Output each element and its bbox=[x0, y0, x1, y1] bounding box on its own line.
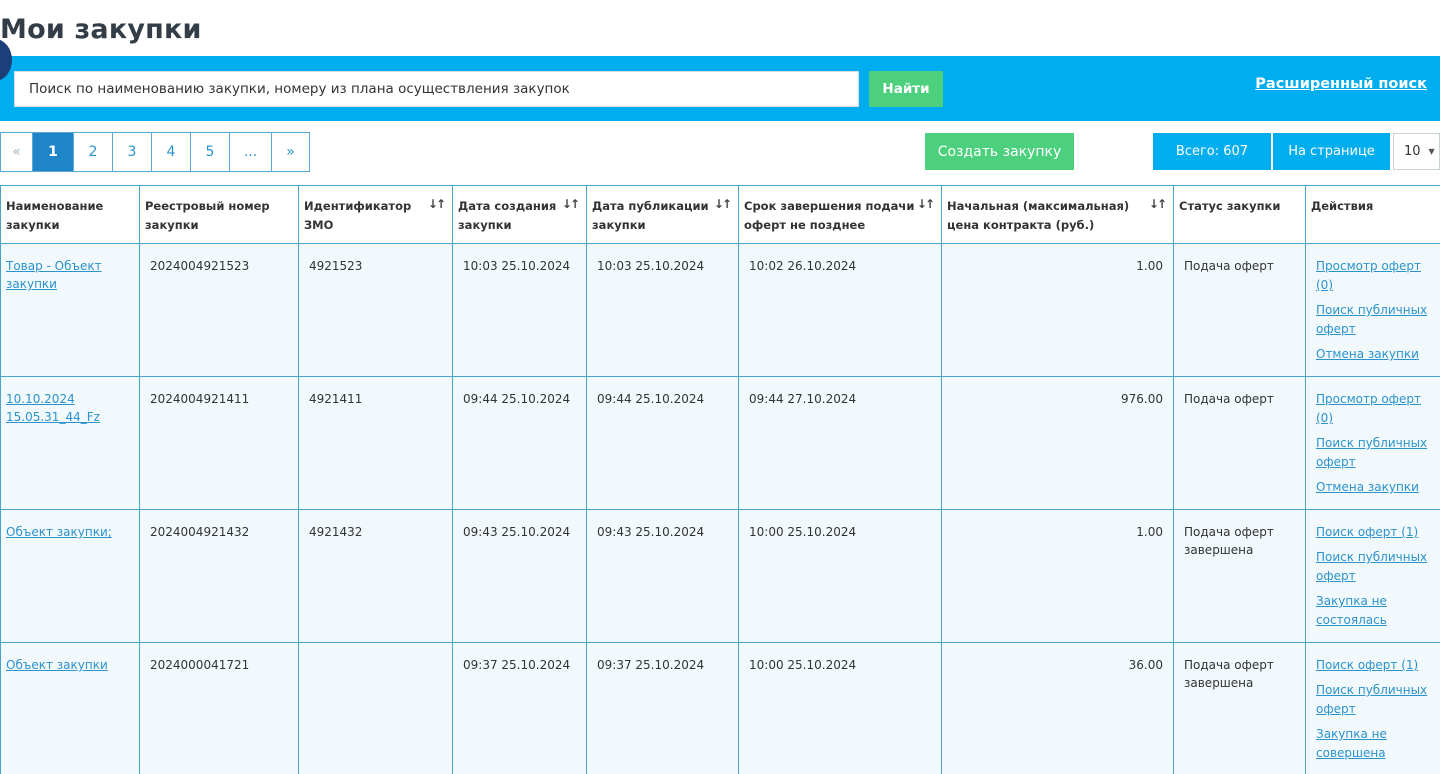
cell-name: Объект закупки bbox=[0, 642, 140, 774]
search-bar: Найти Расширенный поиск bbox=[0, 56, 1440, 121]
cell-price: 976.00 bbox=[941, 376, 1174, 510]
cell-price: 1.00 bbox=[941, 243, 1174, 377]
chevron-down-icon: ▼ bbox=[1428, 147, 1435, 156]
cell-zmo-id: 4921411 bbox=[298, 376, 453, 510]
cell-name: Товар - Объект закупки bbox=[0, 243, 140, 377]
column-header-name: Наименование закупки bbox=[0, 185, 140, 244]
pagination-page-2[interactable]: 2 bbox=[74, 133, 113, 171]
cell-status: Подача оферт завершена bbox=[1173, 509, 1306, 643]
view-offers-link[interactable]: Просмотр оферт (0) bbox=[1316, 257, 1435, 295]
cell-price: 1.00 bbox=[941, 509, 1174, 643]
sort-icon[interactable]: ↓↑ bbox=[428, 195, 446, 214]
pagination-page-3[interactable]: 3 bbox=[113, 133, 152, 171]
column-header-deadline[interactable]: Срок завершения подачи оферт не позднее … bbox=[738, 185, 942, 244]
cell-reg-number: 2024004921411 bbox=[139, 376, 299, 510]
column-header-label: Начальная (максимальная) цена контракта … bbox=[947, 199, 1130, 232]
search-offers-link[interactable]: Поиск оферт (1) bbox=[1316, 656, 1435, 675]
column-header-reg-number: Реестровый номер закупки bbox=[139, 185, 299, 244]
purchase-name-link[interactable]: 10.10.2024 15.05.31_44_Fz bbox=[6, 392, 100, 424]
cell-published: 09:37 25.10.2024 bbox=[586, 642, 739, 774]
cell-published: 09:43 25.10.2024 bbox=[586, 509, 739, 643]
cell-name: 10.10.2024 15.05.31_44_Fz bbox=[0, 376, 140, 510]
cancel-purchase-link[interactable]: Отмена закупки bbox=[1316, 345, 1435, 364]
column-header-created[interactable]: Дата создания закупки ↓↑ bbox=[452, 185, 587, 244]
column-header-label: Идентификатор ЗМО bbox=[304, 199, 412, 232]
purchase-name-link[interactable]: Товар - Объект закупки bbox=[6, 259, 102, 291]
page-title: Мои закупки bbox=[0, 14, 202, 45]
column-header-status: Статус закупки bbox=[1173, 185, 1306, 244]
column-header-zmo-id[interactable]: Идентификатор ЗМО ↓↑ bbox=[298, 185, 453, 244]
cell-deadline: 10:00 25.10.2024 bbox=[738, 642, 942, 774]
cell-reg-number: 2024000041721 bbox=[139, 642, 299, 774]
pagination-page-4[interactable]: 4 bbox=[152, 133, 191, 171]
cell-deadline: 10:00 25.10.2024 bbox=[738, 509, 942, 643]
column-header-actions: Действия bbox=[1305, 185, 1440, 244]
pagination-prev[interactable]: « bbox=[1, 133, 33, 171]
purchase-name-link[interactable]: Объект закупки bbox=[6, 658, 108, 672]
create-purchase-button[interactable]: Создать закупку bbox=[925, 133, 1074, 170]
search-offers-link[interactable]: Поиск оферт (1) bbox=[1316, 523, 1435, 542]
table-header-row: Наименование закупки Реестровый номер за… bbox=[0, 185, 1440, 244]
cell-deadline: 09:44 27.10.2024 bbox=[738, 376, 942, 510]
purchase-failed-link[interactable]: Закупка не состоялась bbox=[1316, 592, 1435, 630]
column-header-published[interactable]: Дата публикации закупки ↓↑ bbox=[586, 185, 739, 244]
table-row: 10.10.2024 15.05.31_44_Fz 2024004921411 … bbox=[0, 376, 1440, 510]
sort-icon[interactable]: ↓↑ bbox=[1149, 195, 1167, 214]
cell-reg-number: 2024004921432 bbox=[139, 509, 299, 643]
column-header-label: Дата публикации закупки bbox=[592, 199, 709, 232]
table-row: Объект закупки; 2024004921432 4921432 09… bbox=[0, 509, 1440, 643]
pagination-page-1[interactable]: 1 bbox=[33, 133, 74, 171]
cell-actions: Просмотр оферт (0) Поиск публичных оферт… bbox=[1305, 376, 1440, 510]
sort-icon[interactable]: ↓↑ bbox=[714, 195, 732, 214]
cancel-purchase-link[interactable]: Отмена закупки bbox=[1316, 478, 1435, 497]
cell-created: 10:03 25.10.2024 bbox=[452, 243, 587, 377]
pagination-page-5[interactable]: 5 bbox=[191, 133, 230, 171]
cell-actions: Поиск оферт (1) Поиск публичных оферт За… bbox=[1305, 642, 1440, 774]
cell-created: 09:44 25.10.2024 bbox=[452, 376, 587, 510]
cell-created: 09:43 25.10.2024 bbox=[452, 509, 587, 643]
cell-actions: Поиск оферт (1) Поиск публичных оферт За… bbox=[1305, 509, 1440, 643]
cell-name: Объект закупки; bbox=[0, 509, 140, 643]
cell-published: 09:44 25.10.2024 bbox=[586, 376, 739, 510]
view-offers-link[interactable]: Просмотр оферт (0) bbox=[1316, 390, 1435, 428]
per-page-value: 10 bbox=[1404, 144, 1421, 159]
column-header-label: Срок завершения подачи оферт не позднее bbox=[744, 199, 915, 232]
cell-zmo-id: 4921432 bbox=[298, 509, 453, 643]
search-input[interactable] bbox=[14, 71, 859, 107]
cell-actions: Просмотр оферт (0) Поиск публичных оферт… bbox=[1305, 243, 1440, 377]
search-button[interactable]: Найти bbox=[869, 71, 943, 107]
cell-status: Подача оферт bbox=[1173, 376, 1306, 510]
advanced-search-link[interactable]: Расширенный поиск bbox=[1255, 76, 1427, 92]
purchase-not-completed-link[interactable]: Закупка не совершена bbox=[1316, 725, 1435, 763]
cell-zmo-id bbox=[298, 642, 453, 774]
pagination-ellipsis[interactable]: ... bbox=[230, 133, 272, 171]
search-public-offers-link[interactable]: Поиск публичных оферт bbox=[1316, 434, 1435, 472]
sort-icon[interactable]: ↓↑ bbox=[562, 195, 580, 214]
cell-status: Подача оферт bbox=[1173, 243, 1306, 377]
purchases-table: Наименование закупки Реестровый номер за… bbox=[0, 185, 1440, 774]
cell-reg-number: 2024004921523 bbox=[139, 243, 299, 377]
purchase-name-link[interactable]: Объект закупки; bbox=[6, 525, 112, 539]
cell-price: 36.00 bbox=[941, 642, 1174, 774]
pagination-next[interactable]: » bbox=[272, 133, 309, 171]
cell-zmo-id: 4921523 bbox=[298, 243, 453, 377]
per-page-label: На странице bbox=[1273, 133, 1390, 170]
column-header-label: Дата создания закупки bbox=[458, 199, 557, 232]
pagination: « 1 2 3 4 5 ... » bbox=[0, 132, 310, 172]
table-row: Товар - Объект закупки 2024004921523 492… bbox=[0, 243, 1440, 377]
cell-published: 10:03 25.10.2024 bbox=[586, 243, 739, 377]
table-row: Объект закупки 2024000041721 09:37 25.10… bbox=[0, 642, 1440, 774]
cell-deadline: 10:02 26.10.2024 bbox=[738, 243, 942, 377]
search-public-offers-link[interactable]: Поиск публичных оферт bbox=[1316, 681, 1435, 719]
search-public-offers-link[interactable]: Поиск публичных оферт bbox=[1316, 548, 1435, 586]
search-public-offers-link[interactable]: Поиск публичных оферт bbox=[1316, 301, 1435, 339]
sort-icon[interactable]: ↓↑ bbox=[917, 195, 935, 214]
column-header-price[interactable]: Начальная (максимальная) цена контракта … bbox=[941, 185, 1174, 244]
cell-created: 09:37 25.10.2024 bbox=[452, 642, 587, 774]
total-count-badge: Всего: 607 bbox=[1153, 133, 1271, 170]
cell-status: Подача оферт завершена bbox=[1173, 642, 1306, 774]
per-page-select[interactable]: 10 ▼ bbox=[1393, 133, 1440, 170]
